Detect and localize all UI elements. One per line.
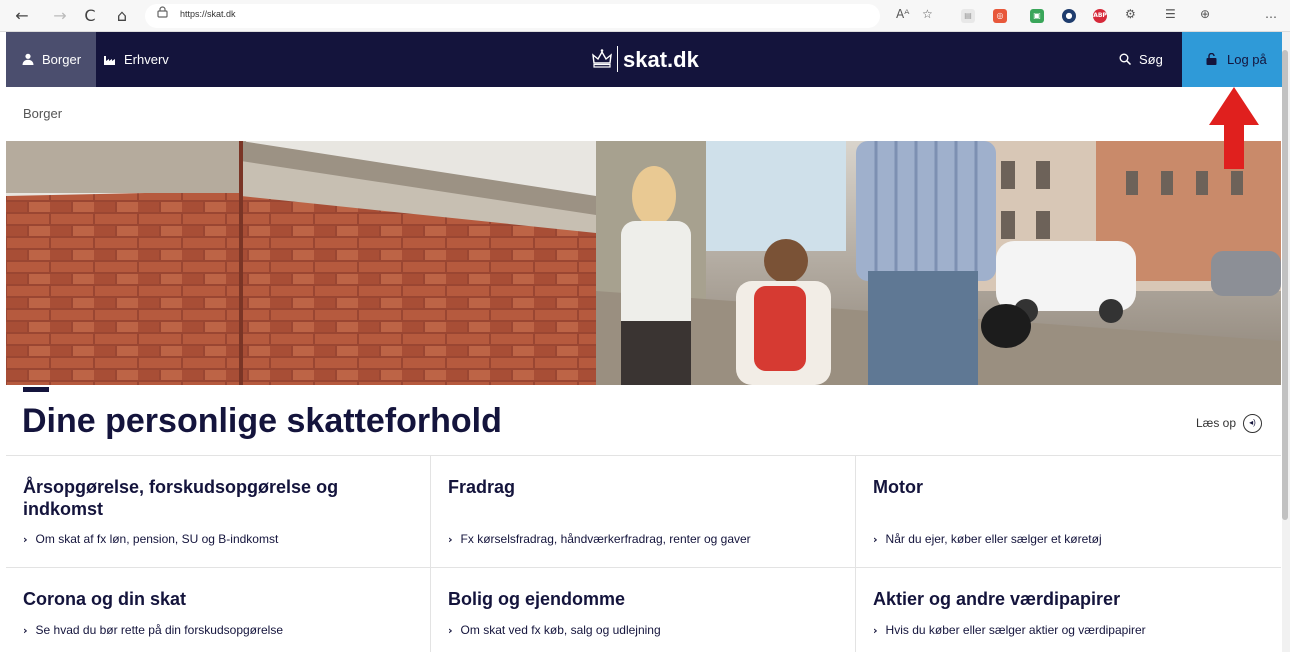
login-label: Log på — [1227, 52, 1267, 67]
category-link[interactable]: › Se hvad du bør rette på din forskudsopg… — [23, 623, 283, 637]
category-title[interactable]: Årsopgørelse, forskudsopgørelse og indko… — [23, 476, 393, 520]
logo-text: skat.dk — [623, 47, 699, 72]
tab-borger-label: Borger — [42, 52, 82, 67]
category-card-bolig[interactable]: Bolig og ejendomme › Om skat ved fx køb, … — [431, 568, 856, 652]
category-link[interactable]: › Om skat af fx løn, pension, SU og B-ind… — [23, 532, 278, 546]
category-link-label: Om skat af fx løn, pension, SU og B-indk… — [35, 532, 279, 546]
adblock-icon[interactable]: ABP — [1093, 9, 1107, 23]
category-card-aktier[interactable]: Aktier og andre værdipapirer › Hvis du kø… — [856, 568, 1281, 652]
category-title[interactable]: Bolig og ejendomme — [448, 588, 818, 610]
extension-reader-icon[interactable]: ▤ — [961, 9, 975, 23]
breadcrumb[interactable]: Borger — [23, 106, 62, 121]
forward-icon[interactable]: → — [50, 6, 70, 26]
red-arrow-annotation — [1209, 87, 1259, 169]
chevron-right-icon: › — [23, 624, 28, 637]
category-link[interactable]: › Når du ejer, køber eller sælger et køre… — [873, 532, 1102, 546]
scrollbar-thumb[interactable] — [1282, 50, 1288, 520]
person-icon — [22, 53, 34, 65]
site-header: Borger Erhverv skat.dk Søg Log på — [6, 32, 1282, 87]
category-grid: Årsopgørelse, forskudsopgørelse og indko… — [6, 455, 1281, 652]
page-title: Dine personlige skatteforhold — [22, 402, 502, 440]
extension-orange-icon[interactable]: ◎ — [993, 9, 1007, 23]
chevron-right-icon: › — [873, 533, 878, 546]
extensions-icon[interactable]: ⚙ — [1125, 7, 1136, 21]
category-link[interactable]: › Fx kørselsfradrag, håndværkerfradrag, r… — [448, 532, 751, 546]
extension-blue-icon[interactable]: ● — [1062, 9, 1076, 23]
category-card-fradrag[interactable]: Fradrag › Fx kørselsfradrag, håndværkerfr… — [431, 456, 856, 568]
chevron-right-icon: › — [448, 533, 453, 546]
tab-borger[interactable]: Borger — [6, 32, 96, 87]
read-aloud-button[interactable]: Læs op — [1196, 416, 1236, 430]
category-title[interactable]: Corona og din skat — [23, 588, 393, 610]
logo-divider — [617, 46, 618, 72]
login-button[interactable]: Log på — [1182, 32, 1282, 87]
category-link-label: Om skat ved fx køb, salg og udlejning — [460, 623, 661, 637]
browser-toolbar: ← → C ⌂ https://skat.dk Aᴬ ☆ ▤ ◎ ▣ ● ABP… — [0, 0, 1290, 32]
factory-icon — [104, 56, 115, 65]
back-icon[interactable]: ← — [12, 6, 32, 26]
search-button[interactable]: Søg — [1119, 32, 1163, 87]
search-icon — [1119, 53, 1132, 66]
category-title[interactable]: Aktier og andre værdipapirer — [873, 588, 1243, 610]
category-link-label: Hvis du køber eller sælger aktier og vær… — [885, 623, 1146, 637]
tab-erhverv-label: Erhverv — [124, 52, 169, 67]
category-link-label: Fx kørselsfradrag, håndværkerfradrag, re… — [460, 532, 751, 546]
read-aloud-browser-icon[interactable]: Aᴬ — [896, 7, 909, 21]
category-card-motor[interactable]: Motor › Når du ejer, køber eller sælger e… — [856, 456, 1281, 568]
category-title[interactable]: Fradrag — [448, 476, 818, 498]
address-bar[interactable] — [145, 4, 880, 28]
collections-icon[interactable]: ⊕ — [1200, 7, 1210, 21]
category-link[interactable]: › Hvis du køber eller sælger aktier og væ… — [873, 623, 1146, 637]
category-card-corona[interactable]: Corona og din skat › Se hvad du bør rette… — [6, 568, 431, 652]
category-link[interactable]: › Om skat ved fx køb, salg og udlejning — [448, 623, 661, 637]
hero-image — [6, 141, 1281, 385]
more-menu-icon[interactable]: … — [1265, 7, 1277, 21]
category-card-aarsopgoerelse[interactable]: Årsopgørelse, forskudsopgørelse og indko… — [6, 456, 431, 568]
category-link-label: Se hvad du bør rette på din forskudsopgø… — [35, 623, 284, 637]
favorites-list-icon[interactable]: ☰ — [1165, 7, 1176, 21]
title-accent-bar — [23, 387, 49, 392]
chevron-right-icon: › — [873, 624, 878, 637]
tab-erhverv[interactable]: Erhverv — [104, 32, 204, 87]
lock-icon — [1206, 52, 1217, 65]
speaker-icon[interactable]: ◂) — [1243, 414, 1262, 433]
chevron-right-icon: › — [448, 624, 453, 637]
extension-green-icon[interactable]: ▣ — [1030, 9, 1044, 23]
category-link-label: Når du ejer, køber eller sælger et køret… — [885, 532, 1102, 546]
search-label: Søg — [1139, 52, 1163, 67]
favorite-icon[interactable]: ☆ — [922, 7, 933, 21]
reload-icon[interactable]: C — [80, 6, 100, 26]
chevron-right-icon: › — [23, 533, 28, 546]
crown-icon — [592, 49, 612, 68]
lock-icon — [157, 6, 168, 21]
category-title[interactable]: Motor — [873, 476, 1243, 498]
url-text[interactable]: https://skat.dk — [180, 9, 236, 19]
page-scrollbar[interactable] — [1282, 32, 1290, 652]
home-icon[interactable]: ⌂ — [112, 6, 132, 26]
